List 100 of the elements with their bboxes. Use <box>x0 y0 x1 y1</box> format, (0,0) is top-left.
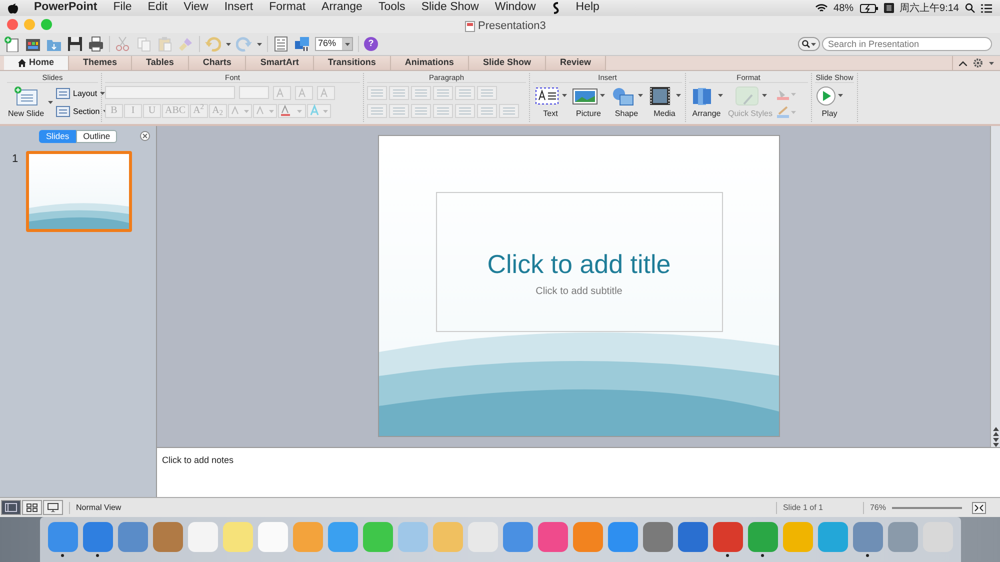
show-view-button[interactable] <box>43 500 63 515</box>
align-left-icon[interactable] <box>367 104 387 118</box>
align-text-icon[interactable] <box>499 104 519 118</box>
fit-window-icon[interactable] <box>972 502 986 514</box>
ribbon-tab[interactable]: Tables <box>132 56 189 70</box>
play-button[interactable]: Play <box>815 86 844 120</box>
script-icon[interactable] <box>552 2 560 14</box>
caret-icon[interactable] <box>989 62 994 64</box>
grow-font-icon[interactable] <box>273 86 291 100</box>
menu-item[interactable]: View <box>184 0 208 17</box>
media-browser-icon[interactable] <box>294 36 310 52</box>
line-icon[interactable] <box>776 106 796 118</box>
ribbon-tab[interactable]: Slide Show <box>468 56 546 70</box>
bullets-icon[interactable] <box>367 86 387 100</box>
gallery-icon[interactable] <box>25 36 41 52</box>
redo-icon[interactable] <box>236 36 252 52</box>
scissors-icon[interactable] <box>115 36 131 52</box>
app-icon[interactable] <box>642 522 672 552</box>
search-field[interactable]: Search in Presentation <box>822 37 992 51</box>
printer-icon[interactable] <box>88 36 104 52</box>
app-icon[interactable] <box>152 522 182 552</box>
app-icon[interactable] <box>258 522 288 552</box>
pane-tab[interactable]: Outline <box>76 130 118 143</box>
normal-view-button[interactable] <box>1 500 21 515</box>
apple-icon[interactable] <box>8 2 18 14</box>
app-icon[interactable] <box>118 522 148 552</box>
font-color-icon[interactable] <box>278 104 306 118</box>
app-icon[interactable] <box>748 522 778 552</box>
menu-item[interactable]: Arrange <box>322 0 362 17</box>
menu-item[interactable]: File <box>113 0 132 17</box>
menu-item[interactable]: Tools <box>378 0 406 17</box>
help-button[interactable]: ? <box>364 37 378 51</box>
fill-icon[interactable] <box>776 88 796 100</box>
increase-indent-icon[interactable] <box>433 86 453 100</box>
columns-icon[interactable] <box>477 86 497 100</box>
wifi-icon[interactable] <box>814 3 828 13</box>
insert-text-button[interactable]: Text <box>533 86 568 120</box>
app-icon[interactable] <box>888 522 918 552</box>
app-icon[interactable] <box>538 522 568 552</box>
app-icon[interactable] <box>82 522 112 552</box>
minimize-button[interactable] <box>24 19 35 30</box>
insert-shape-button[interactable]: Shape <box>609 86 644 120</box>
menu-item[interactable]: Edit <box>148 0 168 17</box>
copy-icon[interactable] <box>136 36 152 52</box>
slide-sorter-icon[interactable] <box>273 36 289 52</box>
close-icon[interactable] <box>140 131 150 141</box>
app-icon[interactable] <box>362 522 392 552</box>
gear-icon[interactable] <box>973 58 983 68</box>
close-button[interactable] <box>7 19 18 30</box>
distribute-icon[interactable] <box>455 104 475 118</box>
layout-button[interactable]: Layout <box>56 88 108 100</box>
new-document-icon[interactable] <box>4 36 20 52</box>
app-icon[interactable] <box>572 522 602 552</box>
app-icon[interactable] <box>818 522 848 552</box>
font-name-field[interactable] <box>105 86 235 99</box>
app-icon[interactable] <box>678 522 708 552</box>
line-spacing-icon[interactable] <box>455 86 475 100</box>
app-icon[interactable] <box>608 522 638 552</box>
clock[interactable]: 周六上午9:14 <box>900 0 959 16</box>
menu-item[interactable]: Format <box>269 0 306 17</box>
caret-icon[interactable] <box>811 42 816 46</box>
zoom-field[interactable]: 76% <box>315 37 353 51</box>
caret-icon[interactable] <box>48 101 54 104</box>
menu-item[interactable]: Help <box>576 0 600 17</box>
app-menu[interactable]: PowerPoint <box>34 0 98 17</box>
search-icon[interactable] <box>965 3 975 13</box>
sorter-view-button[interactable] <box>22 500 42 515</box>
menu-item[interactable]: Window <box>494 0 536 17</box>
clipboard-icon[interactable] <box>157 36 173 52</box>
menu-item[interactable]: Slide Show <box>421 0 479 17</box>
justify-icon[interactable] <box>433 104 453 118</box>
ribbon-tab[interactable]: Animations <box>390 56 469 70</box>
font-size-field[interactable] <box>239 86 269 99</box>
ribbon-tab[interactable]: Home <box>4 56 70 70</box>
text-effect-icon[interactable] <box>306 104 331 118</box>
caret-icon[interactable] <box>344 42 350 46</box>
app-icon[interactable] <box>502 522 532 552</box>
spacing-icon[interactable] <box>228 104 252 118</box>
app-icon[interactable] <box>188 522 218 552</box>
align-right-icon[interactable] <box>411 104 431 118</box>
arrange-button[interactable]: Arrange <box>689 86 724 120</box>
app-icon[interactable] <box>712 522 742 552</box>
clear-format-icon[interactable] <box>317 86 335 100</box>
list-icon[interactable] <box>981 4 992 12</box>
case-icon[interactable] <box>252 104 277 118</box>
decrease-indent-icon[interactable] <box>411 86 431 100</box>
caret-icon[interactable] <box>226 42 231 46</box>
ribbon-tab[interactable]: SmartArt <box>246 56 314 70</box>
collapse-icon[interactable] <box>959 60 967 66</box>
app-icon[interactable] <box>292 522 322 552</box>
brush-icon[interactable] <box>178 36 194 52</box>
shrink-font-icon[interactable] <box>295 86 313 100</box>
insert-media-button[interactable]: Media <box>647 86 682 120</box>
ribbon-tab[interactable]: Themes <box>69 56 132 70</box>
insert-picture-button[interactable]: Picture <box>571 86 606 120</box>
caret-icon[interactable] <box>257 42 262 46</box>
new-slide-button[interactable]: New Slide <box>7 86 46 120</box>
numbering-icon[interactable] <box>389 86 409 100</box>
ribbon-tab[interactable]: Transitions <box>314 56 391 70</box>
app-icon[interactable] <box>328 522 358 552</box>
